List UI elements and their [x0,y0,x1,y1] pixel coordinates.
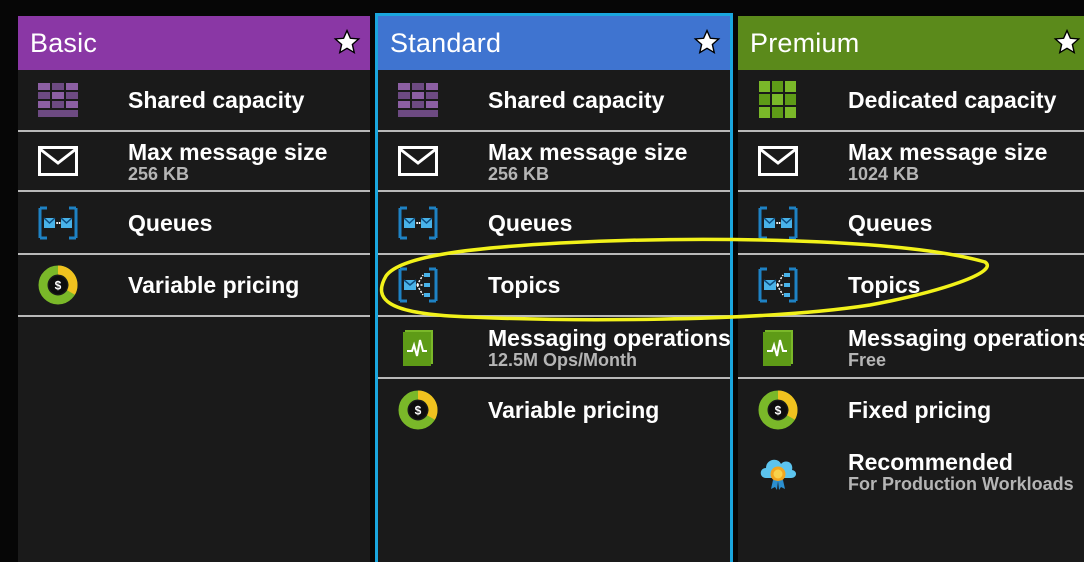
tier-card-standard[interactable]: Standard Shared capacity Max message siz… [375,13,733,562]
feature-label: Queues [128,209,213,236]
feature-label: Fixed pricing [848,397,992,423]
feature-label: Max message size [488,138,688,165]
feature-row: Messaging operations 12.5M Ops/Month [378,317,730,379]
recommended-icon [758,451,798,491]
dedicated-capacity-icon [758,80,798,120]
star-icon[interactable] [1052,27,1082,57]
svg-text:$: $ [775,404,782,418]
tier-card-basic[interactable]: Basic Shared capacity Max message size 2… [18,16,370,562]
feature-label: Topics [488,272,561,298]
feature-row: Max message size 256 KB [18,132,370,192]
pricing-icon: $ [758,390,798,430]
feature-row: Queues [738,192,1084,255]
feature-row: Max message size 1024 KB [738,132,1084,192]
topics-icon [758,265,798,305]
feature-label: Max message size [128,138,328,165]
mail-icon [38,141,78,181]
pricing-icon: $ [398,390,438,430]
feature-sublabel: Free [848,349,887,370]
feature-row: $ Fixed pricing [738,379,1084,441]
feature-label: Topics [848,272,921,298]
feature-label: Max message size [848,138,1048,165]
tier-card-premium[interactable]: Premium Dedicated capacity Max message s… [738,16,1084,562]
mail-icon [758,141,798,181]
feature-label: Queues [488,209,573,236]
pricing-icon: $ [38,265,78,305]
feature-label: Recommended [848,448,1013,475]
messaging-operations-icon [398,327,438,367]
feature-row: Messaging operations Free [738,317,1084,379]
tier-title: Premium [750,27,860,58]
feature-label: Shared capacity [488,87,665,113]
feature-row: Queues [378,192,730,255]
feature-row: $ Variable pricing [18,255,370,317]
svg-text:$: $ [415,404,422,418]
feature-row: Topics [738,255,1084,317]
topics-icon [398,265,438,305]
feature-label: Variable pricing [128,272,300,298]
feature-row: Queues [18,192,370,255]
svg-text:$: $ [55,279,62,293]
feature-row: $ Variable pricing [378,379,730,441]
tier-header-standard: Standard [378,16,730,70]
feature-label: Queues [848,209,933,236]
mail-icon [398,141,438,181]
feature-label: Shared capacity [128,87,305,113]
feature-row: Topics [378,255,730,317]
tier-title: Standard [390,27,502,58]
queues-icon [758,203,798,243]
feature-label: Dedicated capacity [848,87,1057,113]
feature-sublabel: 1024 KB [848,163,920,184]
feature-row: Max message size 256 KB [378,132,730,192]
feature-row: Shared capacity [18,70,370,132]
feature-row: Shared capacity [378,70,730,132]
feature-sublabel: For Production Workloads [848,473,1074,494]
feature-sublabel: 256 KB [488,163,550,184]
shared-capacity-icon [398,80,438,120]
feature-row: Dedicated capacity [738,70,1084,132]
star-icon[interactable] [692,27,722,57]
queues-icon [38,203,78,243]
tier-header-premium: Premium [738,16,1084,70]
star-icon[interactable] [332,27,362,57]
shared-capacity-icon [38,80,78,120]
feature-label: Messaging operations [848,324,1084,351]
feature-label: Messaging operations [488,324,730,351]
feature-sublabel: 256 KB [128,163,190,184]
feature-label: Variable pricing [488,397,660,423]
tier-title: Basic [30,27,98,58]
feature-row: Recommended For Production Workloads [738,441,1084,501]
tier-header-basic: Basic [18,16,370,70]
messaging-operations-icon [758,327,798,367]
feature-sublabel: 12.5M Ops/Month [488,349,638,370]
queues-icon [398,203,438,243]
